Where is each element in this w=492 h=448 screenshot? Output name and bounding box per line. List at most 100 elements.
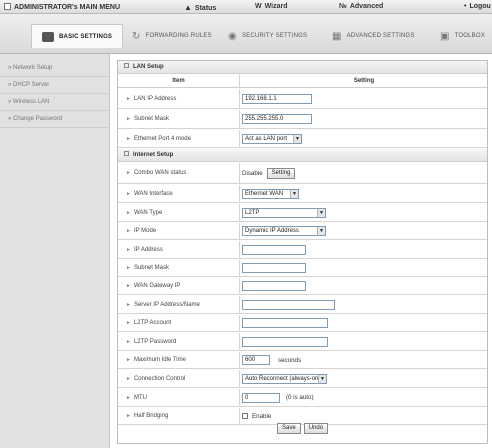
- arrow-icon: ►: [126, 116, 131, 122]
- ip-mode-row: ► IP Mode Dynamic IP Address ▼: [118, 223, 487, 240]
- mtu-input[interactable]: 0: [242, 392, 280, 403]
- tab-toolbox-label: TOOLBOX: [454, 33, 485, 39]
- ip-mode-label: ► IP Mode: [118, 223, 240, 239]
- sidebar-item-network-setup[interactable]: » Network Setup: [0, 60, 110, 77]
- table-header-row: Item Setting: [118, 74, 487, 88]
- lan-mask-label-text: Subnet Mask: [133, 116, 169, 122]
- wan-gateway-label-text: WAN Gateway IP: [133, 283, 181, 289]
- arrow-icon: ►: [126, 95, 131, 102]
- wan-interface-label-text: WAN Interface: [133, 190, 173, 197]
- lan-ip-label: ► LAN IP Address: [118, 89, 240, 108]
- arrow-icon: ►: [126, 375, 131, 382]
- lan-ip-input[interactable]: 192.168.1.1: [242, 93, 312, 104]
- mtu-label-text: MTU: [133, 394, 147, 401]
- section-toggle-icon: [124, 63, 129, 68]
- tab-security-settings-label: SECURITY SETTINGS: [241, 33, 308, 39]
- wan-gateway-label: ► WAN Gateway IP: [118, 278, 240, 294]
- chevron-down-icon: ▼: [317, 208, 325, 217]
- ip-mode-select[interactable]: Dynamic IP Address ▼: [242, 226, 326, 236]
- combo-wan-status: Disable: [242, 169, 263, 177]
- wizard-label: Wizard: [264, 3, 288, 10]
- menu-icon: [4, 3, 11, 10]
- lan-setup-header: LAN Setup: [118, 61, 487, 74]
- advanced-link[interactable]: № Advanced: [339, 3, 383, 10]
- ip-mode-value: Dynamic IP Address: [245, 228, 299, 234]
- combo-wan-label-text: Combo WAN status: [133, 170, 187, 176]
- l2tp-account-row: ► L2TP Account: [118, 315, 487, 332]
- connection-control-value: Auto Reconnect (always-on): [245, 375, 321, 382]
- sidebar-item-wireless-lan[interactable]: » Wireless LAN: [0, 94, 110, 111]
- arrow-icon: ►: [126, 301, 131, 308]
- admin-menu-title[interactable]: ADMINISTRATOR's MAIN MENU: [4, 3, 120, 11]
- logout-link[interactable]: • Logou: [464, 3, 491, 10]
- tab-advanced-settings-label: ADVANCED SETTINGS: [346, 33, 415, 39]
- ip-address-label-text: IP Address: [133, 246, 163, 253]
- arrow-icon: ►: [126, 357, 131, 363]
- wan-gateway-row: ► WAN Gateway IP: [118, 278, 487, 295]
- connection-control-label-text: Connection Control: [133, 375, 186, 382]
- arrow-icon: ►: [126, 135, 131, 142]
- wan-mask-label: ► Subnet Mask: [118, 260, 240, 276]
- half-bridging-label: ► Half Bridging: [118, 408, 240, 424]
- lan-setup-title: LAN Setup: [133, 64, 164, 70]
- advanced-settings-icon: ▦: [332, 30, 342, 42]
- status-label: Status: [194, 5, 217, 12]
- ip-address-label: ► IP Address: [118, 241, 240, 258]
- sidebar-item-label: DHCP Server: [13, 82, 50, 88]
- l2tp-account-label: ► L2TP Account: [118, 315, 240, 331]
- section-toggle-icon: [124, 151, 129, 156]
- arrow-icon: ►: [126, 320, 131, 326]
- port4-label: ► Ethernet Port 4 mode: [118, 130, 240, 147]
- wan-mask-row: ► Subnet Mask: [118, 260, 487, 277]
- half-bridging-checkbox[interactable]: [242, 413, 248, 419]
- wizard-link[interactable]: W Wizard: [255, 3, 288, 10]
- port4-mode-select[interactable]: Act as LAN port ▼: [242, 133, 302, 144]
- sidebar-item-label: Wireless LAN: [13, 99, 50, 105]
- chevron-down-icon: ▼: [318, 374, 326, 383]
- sidebar-item-dhcp-server[interactable]: » DHCP Server: [0, 77, 110, 94]
- tab-forwarding-rules[interactable]: ↻ FORWARDING RULES: [132, 25, 212, 47]
- lan-mask-label: ► Subnet Mask: [118, 110, 240, 128]
- wan-type-row: ► WAN Type L2TP ▼: [118, 204, 487, 222]
- tab-advanced-settings[interactable]: ▦ ADVANCED SETTINGS: [332, 25, 415, 47]
- wan-type-select[interactable]: L2TP ▼: [242, 207, 326, 218]
- combo-setting-button[interactable]: Setting: [266, 167, 296, 179]
- undo-button[interactable]: Undo: [303, 423, 329, 434]
- combo-wan-label: ► Combo WAN status: [118, 163, 240, 183]
- top-menu-bar: ADMINISTRATOR's MAIN MENU ▲ Status W Wizar…: [0, 0, 492, 14]
- l2tp-password-label-text: L2TP Password: [133, 338, 177, 345]
- ip-address-input[interactable]: [242, 244, 306, 255]
- connection-control-select[interactable]: Auto Reconnect (always-on) ▼: [242, 373, 327, 384]
- tab-security-settings[interactable]: ◉ SECURITY SETTINGS: [228, 25, 307, 47]
- l2tp-password-input[interactable]: [242, 336, 328, 347]
- tab-toolbox[interactable]: ▣ TOOLBOX: [440, 25, 485, 47]
- form-actions: Save Undo: [277, 423, 329, 434]
- l2tp-account-input[interactable]: [242, 318, 328, 328]
- ip-address-row: ► IP Address: [118, 241, 487, 259]
- server-ip-row: ► Server IP Address/Name: [118, 296, 487, 314]
- arrow-icon: ►: [126, 394, 131, 401]
- internet-setup-header: Internet Setup: [118, 149, 487, 162]
- chevron-down-icon: ▼: [317, 227, 325, 235]
- tab-basic-settings[interactable]: BASIC SETTINGS: [31, 24, 123, 48]
- lan-mask-input[interactable]: 255.255.255.0: [242, 114, 312, 124]
- idle-time-row: ► Maximum Idle Time 600 seconds: [118, 352, 487, 369]
- status-link[interactable]: ▲ Status: [184, 3, 216, 12]
- idle-time-input[interactable]: 600: [242, 355, 270, 365]
- sidebar: » Network Setup » DHCP Server » Wireless…: [0, 54, 110, 448]
- arrow-icon: ►: [126, 170, 131, 176]
- basic-settings-icon: [42, 31, 54, 42]
- wan-mask-input[interactable]: [242, 263, 306, 273]
- idle-time-label-text: Maximum Idle Time: [133, 357, 186, 363]
- wan-interface-select[interactable]: Ethernet WAN ▼: [242, 188, 299, 199]
- save-button[interactable]: Save: [277, 423, 301, 434]
- wan-gateway-input[interactable]: [242, 281, 306, 291]
- wan-type-label: ► WAN Type: [118, 204, 240, 221]
- server-ip-input[interactable]: [242, 299, 335, 310]
- lan-mask-row: ► Subnet Mask 255.255.255.0: [118, 110, 487, 129]
- wan-type-value: L2TP: [245, 209, 260, 216]
- l2tp-password-row: ► L2TP Password: [118, 333, 487, 351]
- sidebar-item-change-password[interactable]: » Change Password: [0, 111, 110, 128]
- column-header-setting: Setting: [353, 78, 375, 84]
- connection-control-label: ► Connection Control: [118, 370, 240, 387]
